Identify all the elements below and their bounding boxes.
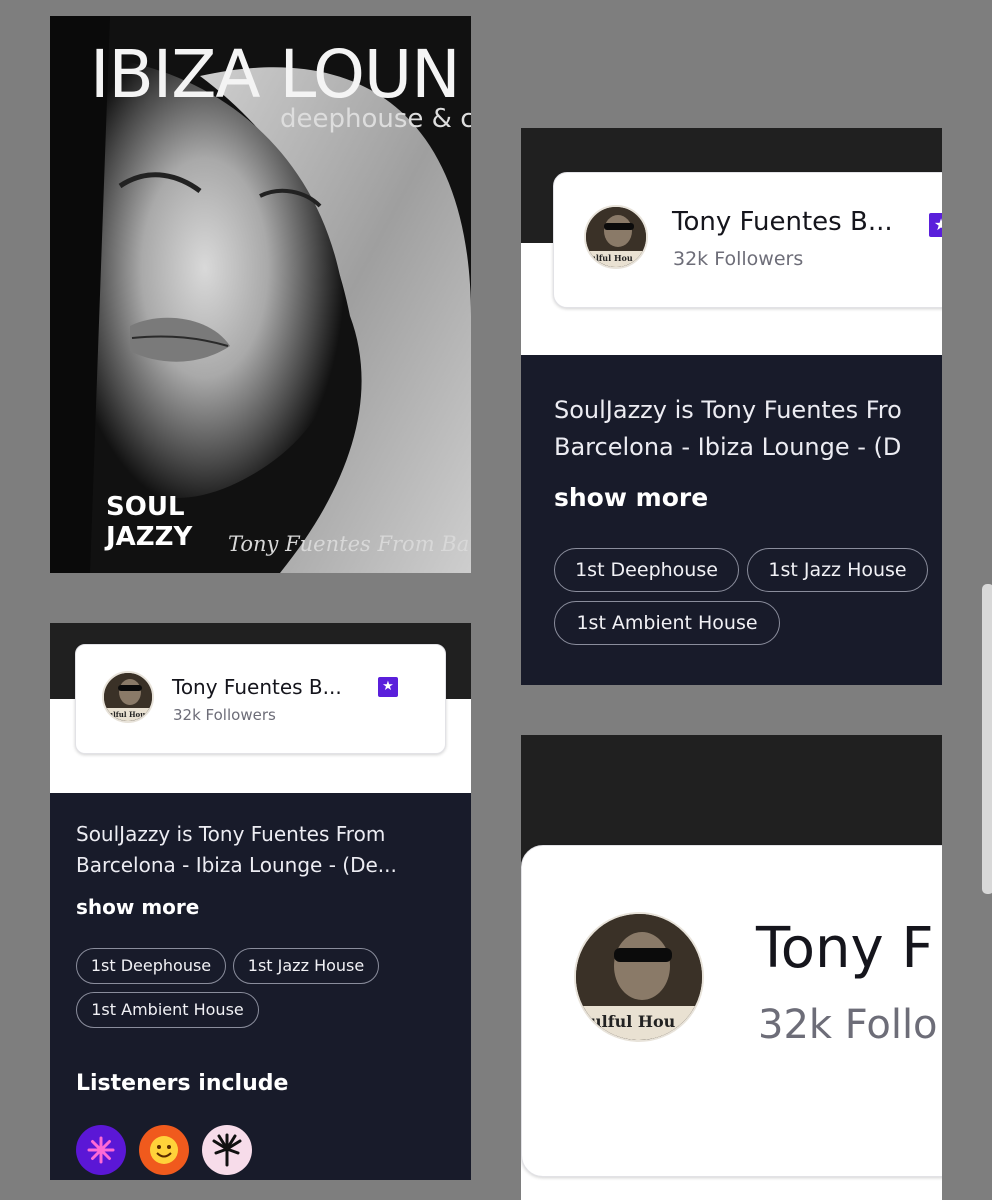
star-badge-icon: ★ — [929, 213, 942, 237]
artist-bio: SoulJazzy is Tony Fuentes Fro Barcelona … — [554, 392, 902, 466]
cover-logo-line2: JAZZY — [106, 522, 193, 552]
scrollbar-thumb[interactable] — [982, 584, 992, 894]
genre-tag[interactable]: 1st Deephouse — [554, 548, 739, 592]
follower-count: 32k Follo — [758, 1002, 938, 1048]
album-cover: IBIZA LOUN deephouse & c SOUL JAZZY Tony… — [50, 16, 471, 573]
avatar-caption: ulful Hou — [108, 710, 146, 719]
profile-card[interactable]: ulful Hou Tony F 32k Follo — [521, 845, 942, 1177]
artist-card-right: ulful Hou Tony Fuentes B... 32k Follower… — [521, 128, 942, 685]
listeners-heading: Listeners include — [76, 1071, 289, 1096]
cover-subtitle: deephouse & c — [280, 104, 471, 134]
listener-avatar-palm[interactable] — [202, 1125, 252, 1175]
show-more-link[interactable]: show more — [554, 483, 708, 512]
listener-avatar-asterisk[interactable] — [76, 1125, 126, 1175]
genre-tag[interactable]: 1st Ambient House — [554, 601, 780, 645]
star-badge-icon: ★ — [378, 677, 398, 697]
genre-tag[interactable]: 1st Ambient House — [76, 992, 259, 1028]
artist-avatar[interactable]: ulful Hou — [584, 205, 648, 269]
bio-line-1: SoulJazzy is Tony Fuentes Fro — [554, 396, 902, 424]
genre-tag[interactable]: 1st Jazz House — [233, 948, 379, 984]
bio-line-1: SoulJazzy is Tony Fuentes From — [76, 822, 386, 846]
artist-name[interactable]: Tony Fuentes B... — [172, 675, 342, 699]
genre-tag[interactable]: 1st Jazz House — [747, 548, 928, 592]
bio-line-2: Barcelona - Ibiza Lounge - (De... — [76, 853, 397, 877]
artist-card-zoom: ulful Hou Tony F 32k Follo — [521, 735, 942, 1200]
avatar-caption: ulful Hou — [590, 1012, 676, 1031]
artist-avatar[interactable]: ulful Hou — [574, 912, 704, 1042]
asterisk-icon — [87, 1136, 115, 1164]
cover-logo-line1: SOUL — [106, 492, 185, 522]
cover-logo-text: SOUL JAZZY — [106, 492, 192, 552]
artist-avatar[interactable]: ulful Hou — [102, 671, 154, 723]
genre-tag[interactable]: 1st Deephouse — [76, 948, 226, 984]
palm-tree-icon — [212, 1133, 242, 1167]
artist-name[interactable]: Tony Fuentes B... — [672, 207, 893, 237]
follower-count: 32k Followers — [173, 706, 276, 724]
listener-avatar-smiley[interactable] — [139, 1125, 189, 1175]
follower-count: 32k Followers — [673, 248, 804, 270]
avatar-caption: ulful Hou — [590, 253, 633, 263]
artist-bio: SoulJazzy is Tony Fuentes From Barcelona… — [76, 819, 397, 881]
artist-card-left: ulful Hou Tony Fuentes B... 32k Follower… — [50, 623, 471, 1180]
smiley-icon — [150, 1136, 178, 1164]
cover-artist: Tony Fuentes From Barc — [228, 532, 471, 556]
cover-title: IBIZA LOUN — [90, 36, 461, 113]
bio-line-2: Barcelona - Ibiza Lounge - (D — [554, 433, 902, 461]
artist-name[interactable]: Tony F — [756, 916, 934, 981]
show-more-link[interactable]: show more — [76, 895, 199, 919]
profile-card[interactable]: ulful Hou Tony Fuentes B... 32k Follower… — [75, 644, 446, 754]
profile-card[interactable]: ulful Hou Tony Fuentes B... 32k Follower… — [553, 172, 942, 308]
